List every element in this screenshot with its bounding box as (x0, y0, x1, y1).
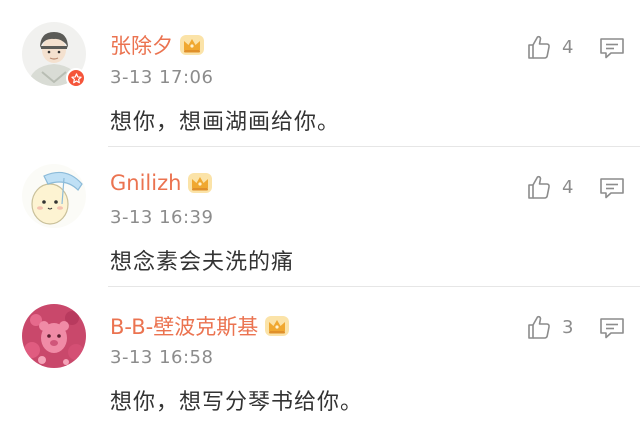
comment-bubble-icon (600, 38, 624, 59)
like-count: 3 (562, 316, 574, 338)
verified-star-icon (70, 72, 82, 83)
reply-button[interactable] (599, 317, 625, 339)
comment-username[interactable]: B-B-壁波克斯基 (110, 311, 290, 341)
like-button[interactable]: 3 (526, 314, 573, 340)
username-text[interactable]: B-B-壁波克斯基 (110, 311, 258, 341)
like-button[interactable]: 4 (526, 34, 573, 60)
comment-list: 张除夕 3-13 17:06 想你，想画湖画给你。 4 Gnilizh 3-13… (0, 0, 640, 428)
crown-icon (264, 315, 290, 337)
comment-text: 想你，想写分琴书给你。 (110, 390, 364, 415)
comment-time: 3-13 17:06 (110, 67, 214, 88)
comment-text: 想你，想画湖画给你。 (110, 110, 341, 135)
reply-button[interactable] (599, 37, 625, 59)
thumbs-up-icon (528, 175, 550, 199)
thumbs-up-icon (528, 35, 550, 59)
comment-bubble-icon (600, 178, 624, 199)
comment-text: 想念素会夫洗的痛 (110, 250, 295, 275)
comment-item: 张除夕 3-13 17:06 想你，想画湖画给你。 4 (0, 0, 640, 147)
comment-time: 3-13 16:39 (110, 207, 214, 228)
username-text[interactable]: 张除夕 (110, 30, 173, 60)
comment-item: Gnilizh 3-13 16:39 想念素会夫洗的痛 4 (0, 147, 640, 287)
thumbs-up-icon (528, 315, 550, 339)
like-count: 4 (562, 176, 574, 198)
like-button[interactable]: 4 (526, 174, 573, 200)
crown-icon (187, 172, 213, 194)
comment-username[interactable]: Gnilizh (110, 171, 213, 195)
comment-item: B-B-壁波克斯基 3-13 16:58 想你，想写分琴书给你。 3 (0, 287, 640, 428)
comment-time: 3-13 16:58 (110, 347, 214, 368)
crown-icon (179, 34, 205, 56)
like-count: 4 (562, 36, 574, 58)
username-text[interactable]: Gnilizh (110, 171, 181, 195)
verified-badge (66, 68, 86, 88)
avatar[interactable] (22, 304, 86, 368)
comment-bubble-icon (600, 318, 624, 339)
comment-username[interactable]: 张除夕 (110, 30, 205, 60)
avatar[interactable] (22, 164, 86, 228)
reply-button[interactable] (599, 177, 625, 199)
